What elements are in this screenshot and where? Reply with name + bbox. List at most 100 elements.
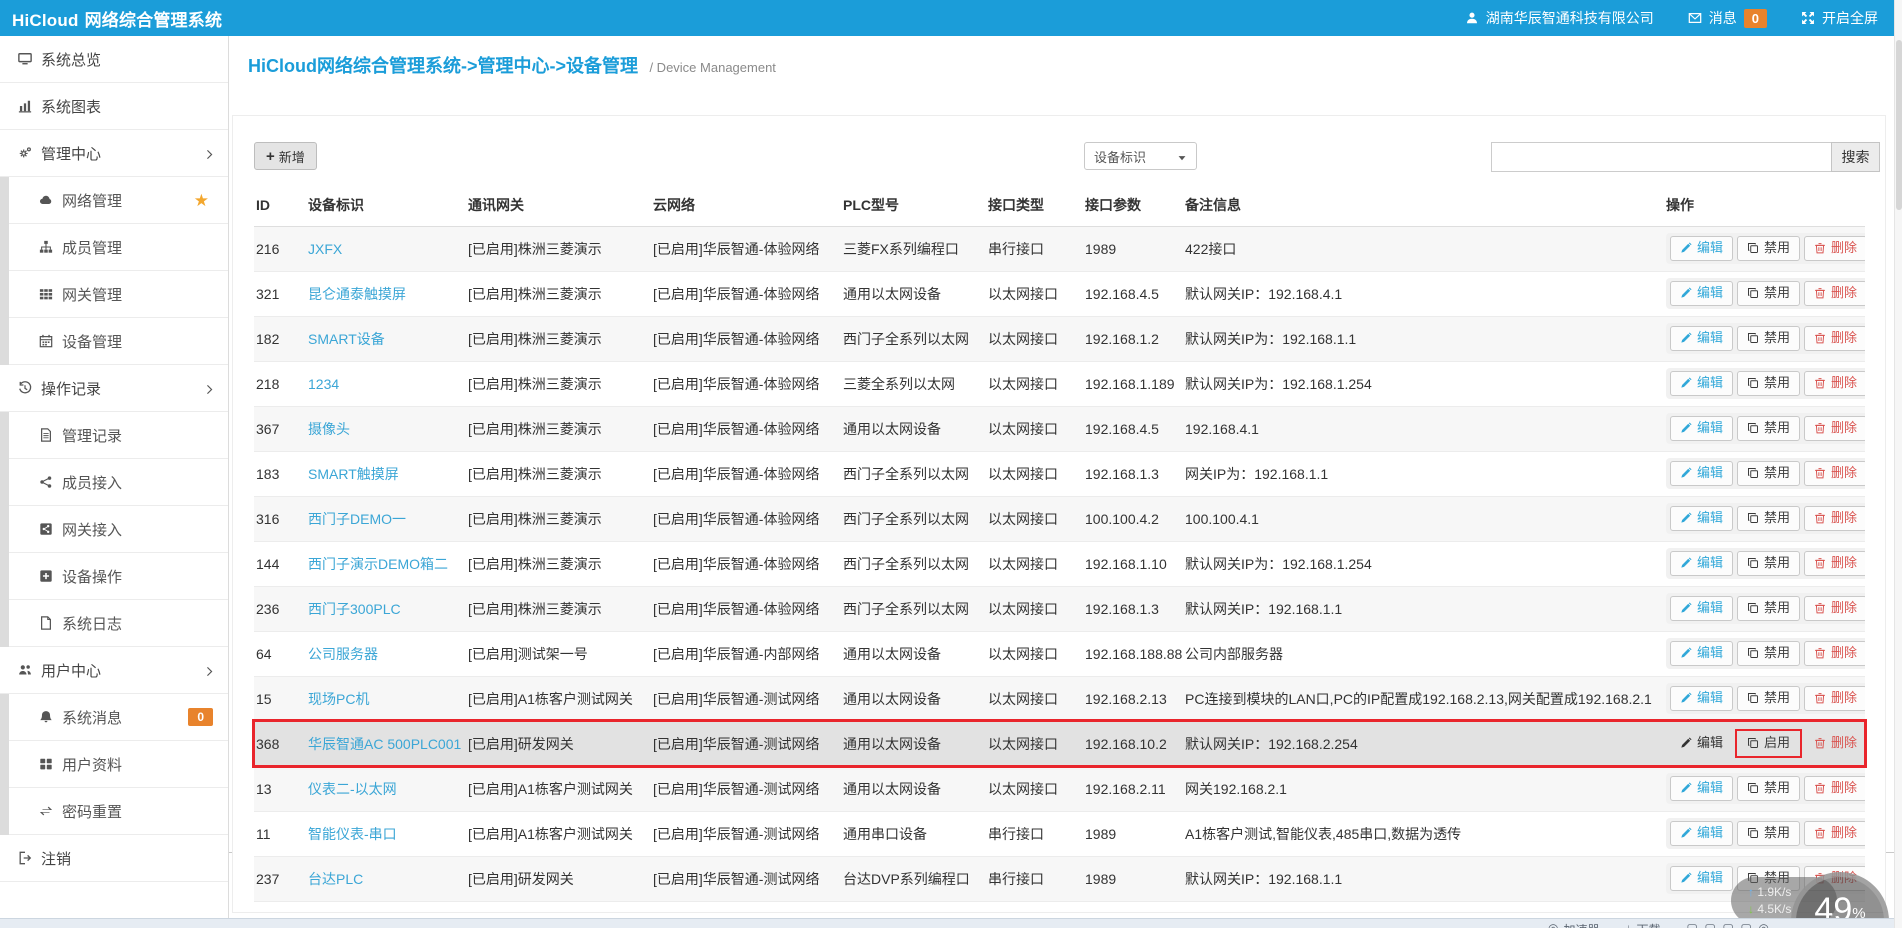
- sidebar-item-13[interactable]: 用户中心: [0, 647, 228, 694]
- disable-button[interactable]: 禁用: [1737, 506, 1801, 531]
- sidebar-item-5[interactable]: 网关管理: [9, 271, 228, 318]
- edit-button[interactable]: 编辑: [1670, 371, 1734, 396]
- delete-button[interactable]: 删除: [1804, 821, 1865, 846]
- sidebar-item-10[interactable]: 网关接入: [9, 506, 228, 553]
- sidebar-item-15[interactable]: 用户资料: [9, 741, 228, 788]
- sidebar-item-0[interactable]: 系统总览: [0, 36, 228, 83]
- sidebar-item-1[interactable]: 系统图表: [0, 83, 228, 130]
- edit-button[interactable]: 编辑: [1670, 416, 1734, 441]
- scrollbar-thumb[interactable]: [1896, 40, 1902, 210]
- edit-button[interactable]: 编辑: [1670, 551, 1734, 576]
- device-link[interactable]: 西门子演示DEMO箱二: [308, 556, 448, 572]
- disable-button[interactable]: 禁用: [1737, 281, 1801, 306]
- favorite-star-icon[interactable]: ★: [194, 192, 209, 209]
- edit-button[interactable]: 编辑: [1670, 236, 1734, 261]
- sidebar-item-7[interactable]: 操作记录: [0, 365, 228, 412]
- sidebar-item-9[interactable]: 成员接入: [9, 459, 228, 506]
- delete-button[interactable]: 删除: [1804, 596, 1865, 621]
- edit-button[interactable]: 编辑: [1670, 776, 1734, 801]
- delete-button[interactable]: 删除: [1804, 506, 1865, 531]
- disable-button[interactable]: 禁用: [1737, 686, 1801, 711]
- delete-button[interactable]: 删除: [1804, 281, 1865, 306]
- device-link[interactable]: 公司服务器: [308, 646, 378, 662]
- sidebar-item-3[interactable]: 网络管理 ★: [9, 177, 228, 224]
- edit-button[interactable]: 编辑: [1670, 461, 1734, 486]
- delete-button[interactable]: 删除: [1804, 416, 1865, 441]
- device-link[interactable]: 昆仑通泰触摸屏: [308, 286, 406, 302]
- filter-field-select[interactable]: 设备标识: [1084, 142, 1197, 170]
- device-link[interactable]: 现场PC机: [308, 691, 369, 707]
- edit-button[interactable]: 编辑: [1670, 506, 1734, 531]
- device-link[interactable]: JXFX: [308, 241, 342, 257]
- disable-button[interactable]: 禁用: [1737, 461, 1801, 486]
- edit-button[interactable]: 编辑: [1670, 731, 1733, 755]
- device-link[interactable]: 华辰智通AC 500PLC001: [308, 736, 461, 752]
- sidebar-item-2[interactable]: 管理中心: [0, 130, 228, 177]
- company-name: 湖南华辰智通科技有限公司: [1485, 10, 1654, 26]
- device-link[interactable]: 1234: [308, 376, 339, 392]
- clone-icon: [1747, 556, 1759, 570]
- cell-gateway: [已启用]株洲三菱演示: [466, 361, 651, 407]
- accelerator-button[interactable]: ◎ 加速器: [1548, 921, 1600, 928]
- edit-button[interactable]: 编辑: [1670, 866, 1734, 891]
- sidebar-item-4[interactable]: 成员管理: [9, 224, 228, 271]
- bottom-bar-icons[interactable]: ▢ ▢ ▢ ▢ ◎: [1687, 921, 1770, 928]
- search-input[interactable]: [1491, 142, 1831, 172]
- device-link[interactable]: 西门子300PLC: [308, 601, 401, 617]
- disable-button[interactable]: 禁用: [1737, 551, 1801, 576]
- sidebar-item-12[interactable]: 系统日志: [9, 600, 228, 647]
- toggle-label: 禁用: [1764, 690, 1791, 706]
- download-button[interactable]: ↓ 下载: [1626, 921, 1661, 928]
- edit-button[interactable]: 编辑: [1670, 596, 1734, 621]
- device-link[interactable]: 智能仪表-串口: [308, 826, 397, 842]
- delete-button[interactable]: 删除: [1804, 236, 1865, 261]
- sidebar-item-17[interactable]: 注销: [0, 835, 228, 882]
- search-button[interactable]: 搜索: [1831, 142, 1880, 172]
- delete-label: 删除: [1831, 330, 1858, 346]
- disable-button[interactable]: 禁用: [1737, 596, 1801, 621]
- delete-button[interactable]: 删除: [1804, 326, 1865, 351]
- sidebar-item-label: 用户资料: [62, 756, 123, 774]
- edit-label: 编辑: [1697, 735, 1724, 751]
- sidebar-item-6[interactable]: 设备管理: [9, 318, 228, 365]
- cell-actions: 编辑 禁用 删除: [1664, 226, 1865, 272]
- device-link[interactable]: SMART设备: [308, 331, 385, 347]
- disable-button[interactable]: 禁用: [1737, 416, 1801, 441]
- fullscreen-button[interactable]: 开启全屏: [1801, 8, 1878, 28]
- device-link[interactable]: 西门子DEMO一: [308, 511, 406, 527]
- add-device-button[interactable]: + 新增: [254, 142, 317, 170]
- delete-button[interactable]: 删除: [1804, 776, 1865, 801]
- sidebar-item-11[interactable]: 设备操作: [9, 553, 228, 600]
- page-scrollbar[interactable]: [1894, 0, 1902, 928]
- sidebar-item-14[interactable]: 系统消息 0: [9, 694, 228, 741]
- device-link[interactable]: 台达PLC: [308, 871, 363, 887]
- row-actions: 编辑 禁用 删除: [1666, 638, 1865, 669]
- messages-menu[interactable]: 消息 0: [1688, 8, 1767, 28]
- disable-button[interactable]: 禁用: [1737, 641, 1801, 666]
- delete-button[interactable]: 删除: [1804, 551, 1865, 576]
- disable-button[interactable]: 禁用: [1737, 371, 1801, 396]
- enable-button[interactable]: 启用: [1737, 731, 1800, 755]
- delete-button[interactable]: 删除: [1804, 371, 1865, 396]
- edit-button[interactable]: 编辑: [1670, 686, 1734, 711]
- device-link[interactable]: SMART触摸屏: [308, 466, 399, 482]
- table-row-15: 15 现场PC机 [已启用]A1栋客户测试网关 [已启用]华辰智通-测试网络 通用以太网…: [254, 676, 1865, 722]
- edit-button[interactable]: 编辑: [1670, 821, 1734, 846]
- delete-button[interactable]: 删除: [1804, 731, 1865, 755]
- sidebar-item-16[interactable]: 密码重置: [9, 788, 228, 835]
- edit-button[interactable]: 编辑: [1670, 326, 1734, 351]
- disable-button[interactable]: 禁用: [1737, 236, 1801, 261]
- sidebar-item-8[interactable]: 管理记录: [9, 412, 228, 459]
- disable-button[interactable]: 禁用: [1737, 821, 1801, 846]
- company-menu[interactable]: 湖南华辰智通科技有限公司: [1465, 8, 1654, 28]
- delete-button[interactable]: 删除: [1804, 641, 1865, 666]
- disable-button[interactable]: 禁用: [1737, 776, 1801, 801]
- edit-button[interactable]: 编辑: [1670, 641, 1734, 666]
- delete-button[interactable]: 删除: [1804, 686, 1865, 711]
- edit-label: 编辑: [1697, 690, 1724, 706]
- device-link[interactable]: 仪表二-以太网: [308, 781, 397, 797]
- delete-button[interactable]: 删除: [1804, 461, 1865, 486]
- device-link[interactable]: 摄像头: [308, 421, 350, 437]
- disable-button[interactable]: 禁用: [1737, 326, 1801, 351]
- edit-button[interactable]: 编辑: [1670, 281, 1734, 306]
